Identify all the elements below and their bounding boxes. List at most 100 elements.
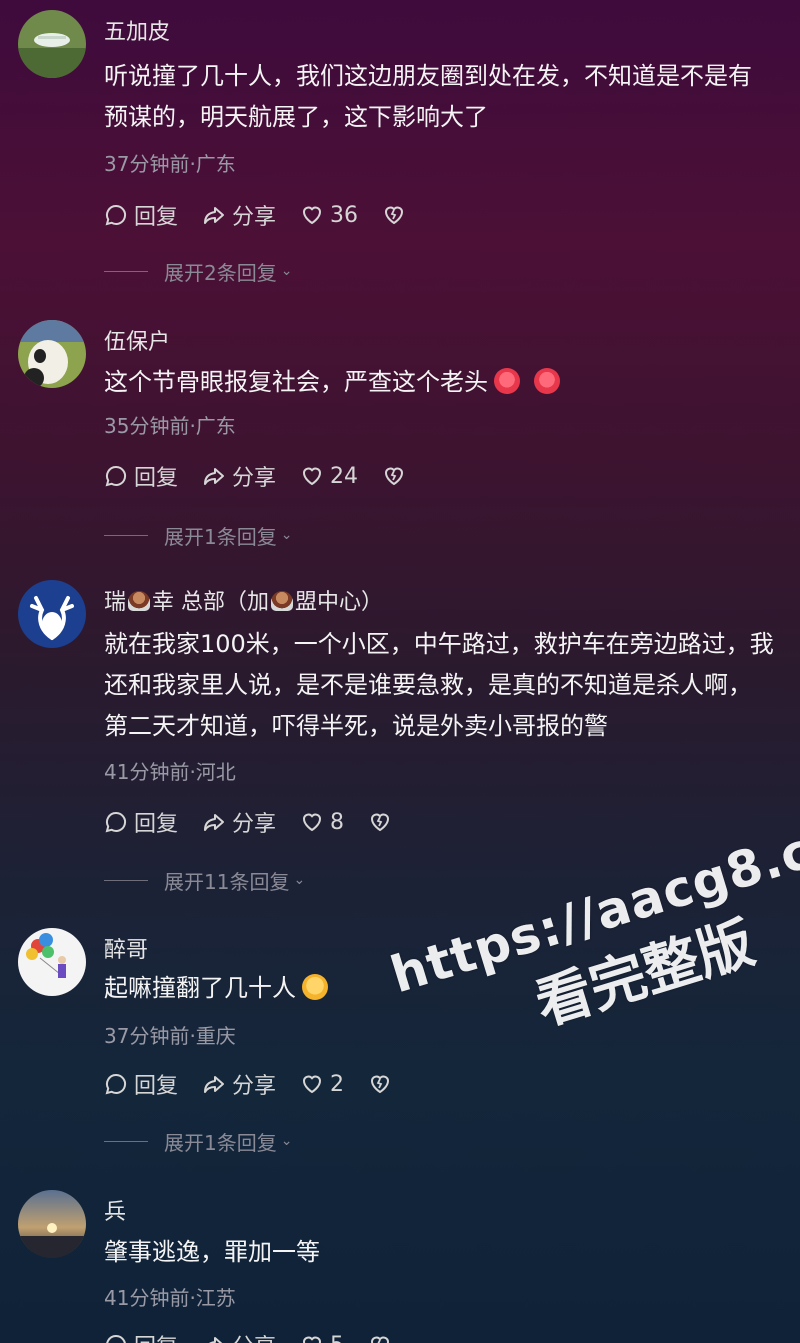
share-arrow-icon: [204, 207, 225, 224]
divider: [104, 1140, 148, 1142]
share-button[interactable]: 分享: [202, 460, 276, 492]
reply-button[interactable]: 回复: [104, 1329, 178, 1343]
share-label: 分享: [232, 1329, 276, 1343]
expand-replies-button[interactable]: 展开1条回复 ⌄: [104, 520, 292, 550]
like-button[interactable]: 8: [300, 810, 344, 835]
avatar[interactable]: [18, 928, 86, 996]
avatar[interactable]: [18, 580, 86, 648]
like-button[interactable]: 36: [300, 203, 358, 228]
broken-heart-icon: [371, 1075, 390, 1094]
reply-button[interactable]: 回复: [104, 460, 178, 492]
expand-replies-button[interactable]: 展开2条回复 ⌄: [104, 256, 292, 286]
divider: [104, 879, 148, 881]
reply-button[interactable]: 回复: [104, 806, 178, 838]
expand-replies-button[interactable]: 展开1条回复 ⌄: [104, 1126, 292, 1156]
heart-icon: [303, 1336, 322, 1343]
commenter-name-part: 瑞: [104, 590, 127, 615]
dislike-button[interactable]: [368, 810, 398, 834]
dislike-button[interactable]: [382, 464, 412, 488]
chevron-down-icon: ⌄: [280, 527, 293, 543]
reply-button[interactable]: 回复: [104, 1068, 178, 1100]
commenter-name[interactable]: 兵: [104, 1194, 126, 1226]
comment-actions: 回复 分享 5: [104, 1330, 422, 1343]
dislike-button[interactable]: [368, 1333, 398, 1343]
avatar-image: [18, 1190, 86, 1258]
share-label: 分享: [232, 466, 277, 491]
heart-icon: [303, 467, 322, 486]
expand-replies-button[interactable]: 展开11条回复 ⌄: [104, 865, 305, 895]
coffee-cup-emoji-icon: [128, 591, 151, 611]
broken-heart-icon: [371, 1336, 390, 1343]
comment-actions: 回复 分享 36: [104, 200, 436, 230]
angry-face-emoji-icon: [494, 368, 520, 394]
dislike-button[interactable]: [382, 203, 412, 227]
chevron-down-icon: ⌄: [280, 263, 293, 279]
reply-bubble-icon: [105, 465, 127, 487]
comment-text-content: 这个节骨眼报复社会，严查这个老头: [104, 368, 488, 396]
share-arrow-icon: [204, 1076, 225, 1093]
comment-text: 这个节骨眼报复社会，严查这个老头: [104, 362, 774, 403]
chevron-down-icon: ⌄: [293, 872, 306, 888]
expand-replies-label: 展开11条回复: [164, 869, 290, 894]
comment-actions: 回复 分享 2: [104, 1069, 422, 1099]
expand-replies-label: 展开1条回复: [164, 1130, 277, 1155]
share-label: 分享: [232, 205, 277, 230]
share-button[interactable]: 分享: [202, 806, 276, 838]
reply-label: 回复: [134, 466, 179, 491]
comment-text: 就在我家100米，一个小区，中午路过，救护车在旁边路过，我还和我家里人说，是不是…: [104, 630, 774, 740]
reply-label: 回复: [134, 1074, 179, 1099]
avatar-image: [18, 928, 86, 996]
like-count: 2: [330, 1071, 345, 1097]
avatar[interactable]: [18, 320, 86, 388]
commenter-name[interactable]: 醉哥: [104, 932, 148, 964]
broken-heart-icon: [371, 813, 390, 832]
chevron-down-icon: ⌄: [280, 1133, 293, 1149]
share-label: 分享: [232, 1074, 277, 1099]
reply-bubble-icon: [105, 1073, 127, 1095]
like-count: 5: [330, 1333, 344, 1343]
avatar[interactable]: [18, 10, 86, 78]
commenter-name[interactable]: 五加皮: [104, 14, 170, 46]
broken-heart-icon: [385, 206, 404, 225]
heart-icon: [303, 206, 322, 225]
dislike-button[interactable]: [368, 1072, 398, 1096]
share-arrow-icon: [209, 1337, 223, 1343]
reply-bubble-icon: [106, 1334, 126, 1343]
like-count: 8: [330, 809, 345, 835]
reply-bubble-icon: [105, 204, 127, 226]
divider: [104, 270, 148, 272]
share-button[interactable]: 分享: [202, 1068, 276, 1100]
share-arrow-icon: [204, 468, 225, 485]
heart-icon: [303, 1075, 322, 1094]
avatar[interactable]: [18, 1190, 86, 1258]
share-button[interactable]: 分享: [202, 1329, 276, 1343]
avatar-image: [18, 580, 86, 648]
reply-button[interactable]: 回复: [104, 199, 178, 231]
avatar-image: [18, 320, 86, 388]
like-button[interactable]: 2: [300, 1072, 344, 1097]
comment-time-location: 37分钟前·重庆: [104, 1024, 236, 1048]
reply-label: 回复: [134, 1329, 178, 1343]
avatar-image: [18, 10, 86, 78]
commenter-name[interactable]: 瑞幸 总部（加 盟中心）: [104, 584, 383, 616]
broken-heart-icon: [385, 467, 404, 486]
like-button[interactable]: 24: [300, 464, 358, 489]
share-button[interactable]: 分享: [202, 199, 276, 231]
comment-text: 听说撞了几十人，我们这边朋友圈到处在发，不知道是不是有预谋的，明天航展了，这下影…: [104, 62, 752, 131]
reply-label: 回复: [134, 205, 179, 230]
expand-replies-label: 展开2条回复: [164, 260, 277, 285]
comment-actions: 回复 分享 8: [104, 807, 422, 837]
comment-actions: 回复 分享 24: [104, 461, 436, 491]
like-button[interactable]: 5: [300, 1333, 344, 1343]
reply-label: 回复: [134, 812, 179, 837]
divider: [104, 534, 148, 536]
like-count: 24: [330, 463, 359, 489]
commenter-name[interactable]: 伍保户: [104, 324, 170, 356]
commenter-name-part: 幸 总部（加: [152, 590, 270, 615]
coffee-cup-emoji-icon: [271, 591, 294, 611]
like-count: 36: [330, 202, 359, 228]
comment-text: 起嘛撞翻了几十人: [104, 968, 774, 1009]
expand-replies-label: 展开1条回复: [164, 524, 277, 549]
angry-face-emoji-icon: [534, 368, 560, 394]
share-arrow-icon: [204, 814, 225, 831]
